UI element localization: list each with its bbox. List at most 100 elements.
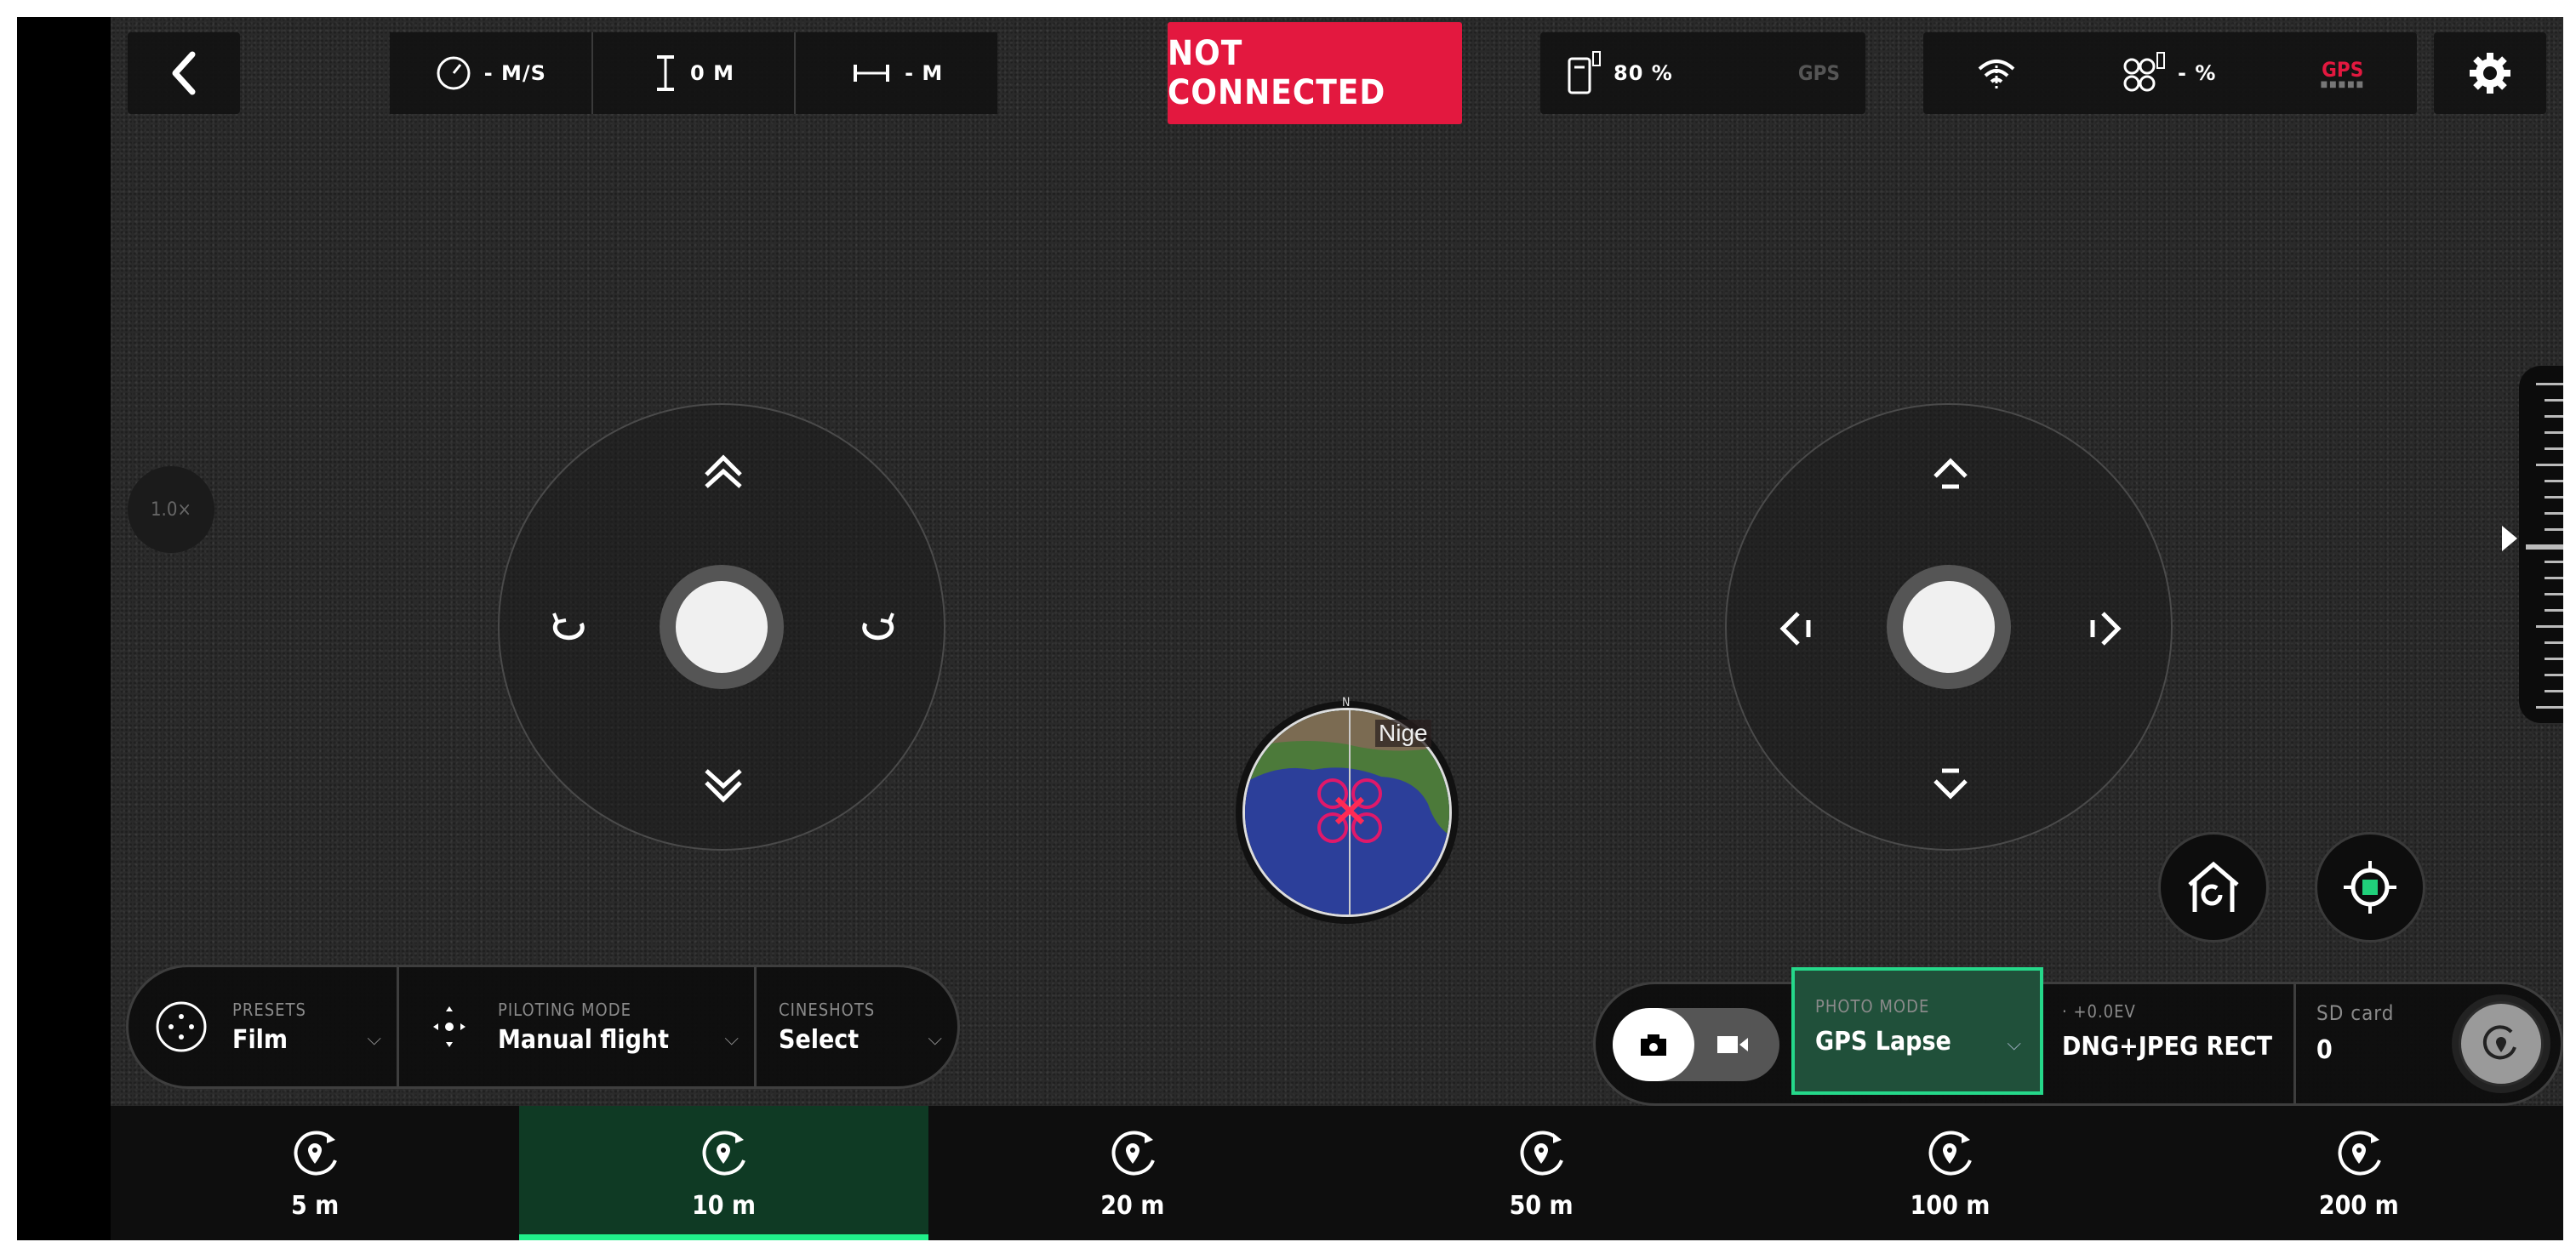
drone-status[interactable]: - % GPS ■■■■■ — [1923, 32, 2417, 114]
chevron-left-icon — [172, 51, 196, 95]
map-place-label: Nige — [1375, 720, 1431, 747]
gps-lapse-icon — [2482, 1025, 2516, 1060]
sd-card-status[interactable]: SD card 0 — [2293, 984, 2394, 1103]
left-joystick[interactable] — [498, 403, 945, 851]
camera-view[interactable] — [111, 17, 2563, 1106]
gps-lapse-distance-bar: 5 m 10 m 20 m 50 m 100 m 200 m — [111, 1106, 2563, 1240]
gps-lapse-distance-icon — [2338, 1131, 2381, 1175]
gimbal-tilt-pointer-icon[interactable] — [2500, 524, 2519, 553]
presets-selector[interactable]: PRESETS Film ⌵ — [129, 967, 399, 1086]
ruler-tick — [2545, 399, 2563, 402]
return-home-button[interactable] — [2158, 832, 2269, 943]
back-button[interactable] — [128, 32, 240, 114]
ruler-tick — [2545, 658, 2563, 660]
ruler-tick — [2545, 528, 2563, 531]
settings-button[interactable] — [2434, 32, 2546, 114]
zoom-level-value: 1.0× — [150, 498, 192, 521]
return-home-icon — [2188, 861, 2239, 912]
speed-readout: - M/S — [390, 32, 593, 114]
ruler-tick — [2545, 593, 2563, 595]
ruler-tick — [2545, 577, 2563, 579]
gps-lapse-distance-icon — [703, 1131, 746, 1175]
ruler-tick — [2545, 480, 2563, 482]
distance-option-label: 100 m — [1910, 1190, 1991, 1221]
right-joystick[interactable] — [1725, 403, 2173, 851]
rotate-right-icon — [850, 601, 905, 656]
distance-value: - M — [905, 61, 944, 85]
distance-option-label: 5 m — [291, 1190, 340, 1221]
photo-mode-option[interactable] — [1613, 1008, 1694, 1081]
ruler-tick — [2536, 464, 2563, 466]
ruler-tick — [2536, 625, 2563, 628]
distance-option-label: 200 m — [2318, 1190, 2399, 1221]
sd-card-label: SD card — [2316, 1001, 2395, 1025]
photo-mode-selector[interactable]: PHOTO MODE GPS Lapse ⌵ — [1791, 967, 2043, 1095]
piloting-mode-icon — [433, 1006, 466, 1047]
altitude-readout: 0 M — [592, 32, 797, 114]
distance-option[interactable]: 10 m — [519, 1106, 928, 1240]
right-joystick-knob[interactable] — [1903, 581, 1995, 673]
wifi-signal-icon — [1978, 60, 2015, 91]
ruler-tick — [2536, 706, 2563, 709]
ruler-tick — [2545, 431, 2563, 434]
ruler-tick — [2545, 496, 2563, 498]
piloting-mode-value: Manual flight — [498, 1024, 670, 1055]
target-drone-icon — [2344, 861, 2396, 914]
ruler-tick — [2545, 641, 2563, 644]
distance-option-label: 20 m — [1100, 1190, 1165, 1221]
distance-option[interactable]: 20 m — [928, 1106, 1337, 1240]
cineshots-selector[interactable]: CINESHOTS Select ⌵ — [757, 967, 957, 1086]
distance-option[interactable]: 100 m — [1745, 1106, 2154, 1240]
presets-label: PRESETS — [232, 999, 306, 1020]
controller-status[interactable]: 80 % GPS — [1540, 32, 1865, 114]
distance-option-label: 50 m — [1509, 1190, 1574, 1221]
piloting-mode-selector[interactable]: PILOTING MODE Manual flight ⌵ — [399, 967, 757, 1086]
distance-option[interactable]: 50 m — [1337, 1106, 1745, 1240]
altitude-icon — [657, 55, 675, 91]
ruler-tick — [2545, 415, 2563, 418]
photo-video-toggle[interactable] — [1613, 1008, 1779, 1081]
distance-readout: - M — [796, 32, 998, 114]
camera-icon — [1641, 1034, 1666, 1056]
ruler-tick — [2526, 544, 2563, 550]
ascend-icon — [696, 447, 751, 502]
distance-option-label: 10 m — [691, 1190, 757, 1221]
ruler-tick — [2545, 609, 2563, 612]
ruler-tick — [2545, 447, 2563, 450]
exposure-value: · +0.0EV — [2062, 1001, 2136, 1022]
controller-battery: 80 % — [1566, 50, 1673, 96]
video-mode-option[interactable] — [1703, 1008, 1762, 1081]
ruler-tick — [2545, 674, 2563, 676]
speed-value: - M/S — [483, 61, 546, 85]
ruler-tick — [2545, 512, 2563, 515]
gps-lapse-distance-icon — [1520, 1131, 1564, 1175]
sd-card-value: 0 — [2316, 1035, 2333, 1065]
controller-battery-value: 80 % — [1614, 61, 1673, 85]
zoom-level-button[interactable]: 1.0× — [128, 466, 214, 553]
chevron-down-icon: ⌵ — [724, 1028, 739, 1050]
telemetry-group: - M/S 0 M - M — [390, 32, 998, 114]
controller-gps-indicator: GPS — [1797, 61, 1840, 85]
photo-mode-label: PHOTO MODE — [1815, 996, 1930, 1017]
exposure-format-setting[interactable]: · +0.0EV DNG+JPEG RECT — [2062, 1001, 2272, 1062]
presets-value: Film — [232, 1024, 288, 1055]
shutter-button[interactable] — [2452, 994, 2550, 1093]
drone-gps-indicator: GPS ■■■■■ — [2320, 58, 2365, 89]
left-joystick-knob[interactable] — [676, 581, 768, 673]
app-frame: - M/S 0 M - M NOT CONNECTED 80 % GPS - %… — [17, 17, 2563, 1240]
gps-signal-dots: ■■■■■ — [2320, 80, 2365, 89]
center-drone-button[interactable] — [2315, 832, 2425, 943]
distance-option[interactable]: 200 m — [2155, 1106, 2563, 1240]
connection-status-text: NOT CONNECTED — [1168, 34, 1386, 112]
cineshots-value: Select — [779, 1024, 860, 1055]
gps-lapse-distance-icon — [1929, 1131, 1973, 1175]
gimbal-tilt-ruler[interactable] — [2519, 366, 2563, 723]
minimap[interactable]: N Nige — [1236, 696, 1459, 924]
distance-option[interactable]: 5 m — [111, 1106, 519, 1240]
rotate-left-icon — [542, 601, 597, 656]
connection-status-badge[interactable]: NOT CONNECTED — [1168, 22, 1462, 124]
presets-icon — [156, 1001, 207, 1052]
gps-lapse-distance-icon — [294, 1131, 338, 1175]
cineshots-label: CINESHOTS — [779, 999, 876, 1020]
distance-icon — [854, 65, 890, 82]
